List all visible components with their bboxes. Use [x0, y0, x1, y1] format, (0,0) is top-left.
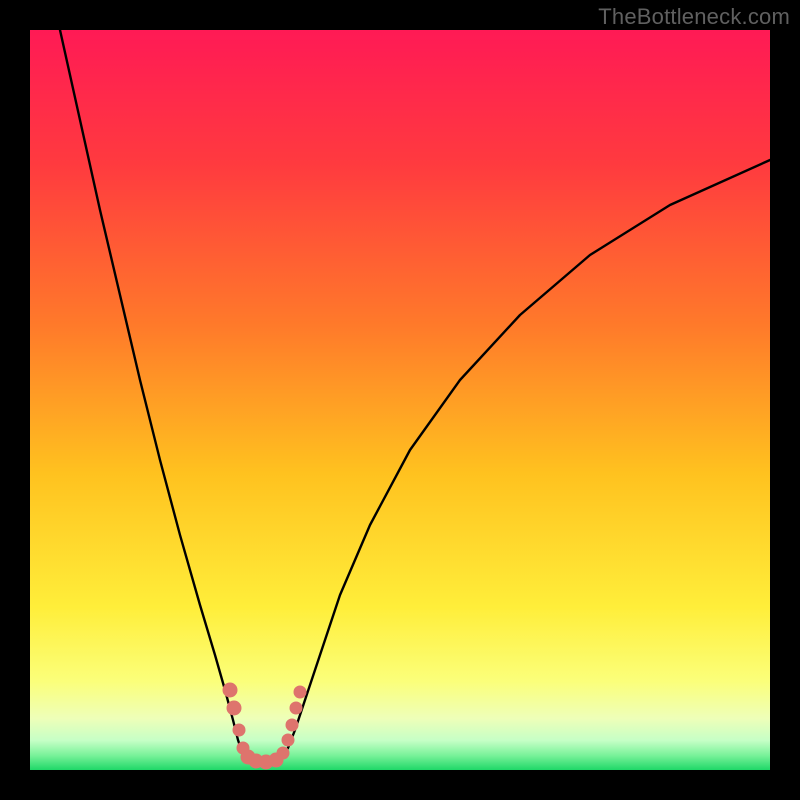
data-point-marker	[223, 683, 237, 697]
data-point-marker	[290, 702, 302, 714]
data-point-marker	[282, 734, 294, 746]
bottleneck-curve	[60, 30, 770, 762]
data-point-marker	[294, 686, 306, 698]
watermark-text: TheBottleneck.com	[598, 4, 790, 30]
plot-frame	[30, 30, 770, 770]
data-point-marker	[233, 724, 245, 736]
curve-plot	[30, 30, 770, 770]
data-point-marker	[286, 719, 298, 731]
trough-markers	[223, 683, 306, 769]
data-point-marker	[227, 701, 241, 715]
data-point-marker	[277, 747, 289, 759]
